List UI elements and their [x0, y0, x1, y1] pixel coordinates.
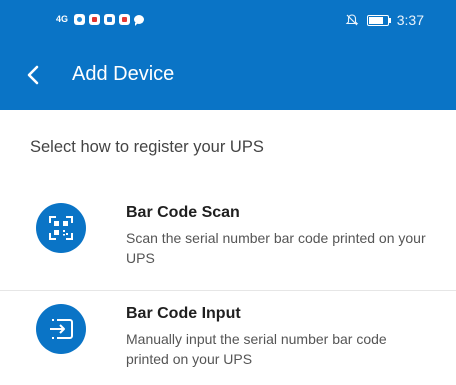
signal-icon: 4G: [56, 14, 69, 24]
page-title: Add Device: [72, 63, 175, 85]
option-title: Bar Code Input: [126, 305, 241, 322]
option-icon-circle: [36, 304, 86, 354]
app-bar: Add Device: [0, 40, 456, 110]
qr-scan-icon: [49, 216, 73, 240]
input-box-icon: [50, 319, 73, 339]
mute-icon: [345, 14, 359, 26]
battery-icon: [366, 14, 391, 26]
browser-icon: [74, 14, 86, 25]
option-icon-circle: [36, 203, 86, 253]
app-icon: [104, 14, 116, 25]
option-description: Scan the serial number bar code printed …: [126, 230, 426, 266]
chevron-left-icon: [27, 65, 39, 85]
option-description: Manually input the serial number bar cod…: [126, 331, 387, 367]
status-icons-left: 4G: [56, 14, 145, 26]
back-button[interactable]: [22, 60, 46, 90]
divider: [0, 290, 456, 291]
page-subtitle: Select how to register your UPS: [30, 138, 264, 156]
mail-icon: [89, 14, 101, 25]
chat-bubble-icon: [134, 15, 145, 26]
option-bar-code-input[interactable]: Bar Code Input Manually input the serial…: [0, 293, 456, 385]
status-bar: 4G 3:37: [0, 0, 456, 40]
status-icons-right: 3:37: [345, 12, 424, 28]
clock: 3:37: [396, 12, 424, 28]
option-bar-code-scan[interactable]: Bar Code Scan Scan the serial number bar…: [0, 192, 456, 284]
option-title: Bar Code Scan: [126, 204, 240, 221]
app-icon: [119, 14, 131, 25]
